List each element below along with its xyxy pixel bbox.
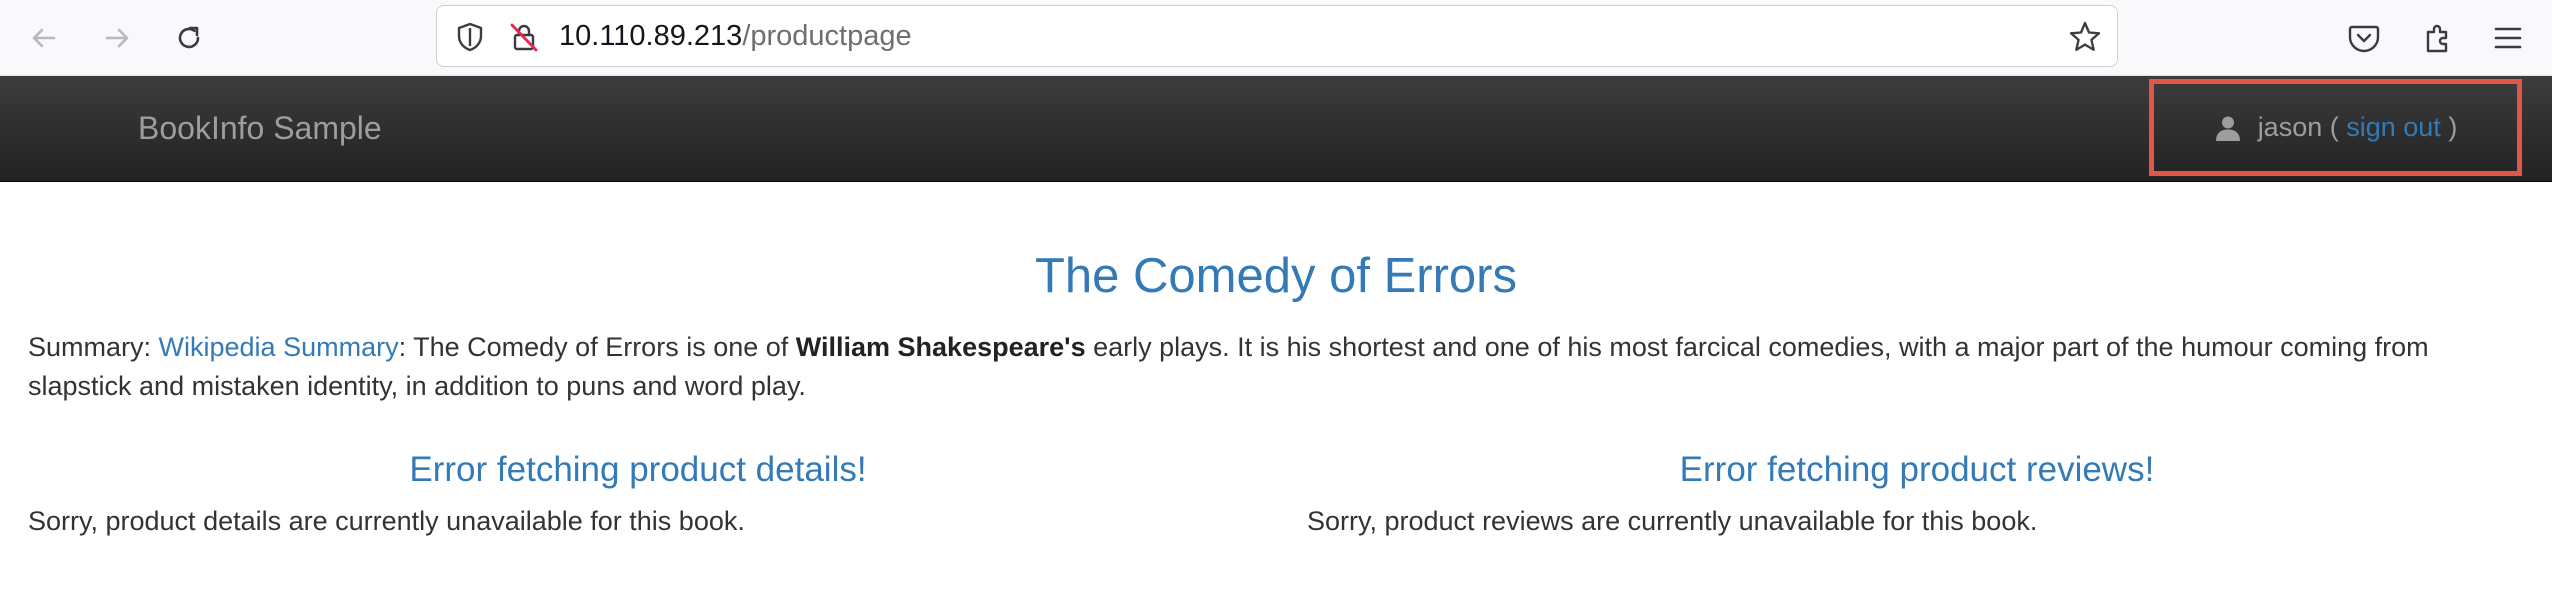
bookmark-star-icon[interactable] [2067, 19, 2103, 55]
reviews-error-message: Sorry, product reviews are currently una… [1307, 506, 2038, 536]
page-content: The Comedy of Errors Summary: Wikipedia … [0, 182, 2552, 602]
back-button[interactable] [22, 16, 66, 60]
site-navbar: BookInfo Sample jason ( sign out ) [0, 76, 2552, 182]
reviews-error-heading: Error fetching product reviews! [1679, 450, 2155, 489]
open-paren: ( [2322, 112, 2347, 142]
extensions-icon [2426, 24, 2448, 53]
shield-icon[interactable] [453, 20, 487, 54]
book-title: The Comedy of Errors [1035, 249, 1517, 303]
pocket-button[interactable] [2344, 18, 2384, 58]
user-icon [2215, 116, 2240, 141]
app-menu-button[interactable] [2488, 18, 2528, 58]
details-error-message: Sorry, product details are currently una… [28, 506, 745, 536]
reload-button[interactable] [167, 16, 211, 60]
pocket-icon [2348, 25, 2380, 53]
sign-out-link[interactable]: sign out [2346, 112, 2441, 143]
insecure-lock-icon[interactable] [507, 20, 541, 54]
summary-label: Summary: [28, 332, 159, 362]
product-details-section: Error fetching product details! Sorry, p… [28, 446, 1268, 537]
user-session-box: jason ( sign out ) [2149, 79, 2522, 176]
book-summary: Summary: Wikipedia Summary: The Comedy o… [28, 328, 2522, 406]
url-host: 10.110.89.213 [559, 20, 743, 52]
summary-text-1: : The Comedy of Errors is one of [398, 332, 796, 362]
brand-link[interactable]: BookInfo Sample [138, 76, 382, 181]
reload-icon [178, 26, 200, 49]
back-arrow-icon [32, 28, 56, 48]
address-bar[interactable]: 10.110.89.213/productpage [436, 5, 2118, 67]
details-error-heading: Error fetching product details! [409, 450, 867, 489]
close-paren: ) [2440, 112, 2458, 142]
summary-author: William Shakespeare's [795, 332, 1086, 362]
extensions-button[interactable] [2418, 18, 2458, 58]
url-text[interactable]: 10.110.89.213/productpage [559, 6, 912, 66]
wikipedia-summary-link[interactable]: Wikipedia Summary [159, 332, 399, 362]
browser-toolbar: 10.110.89.213/productpage [0, 0, 2552, 76]
username: jason [2257, 112, 2323, 142]
hamburger-menu-icon [2494, 27, 2522, 49]
forward-button[interactable] [95, 16, 139, 60]
product-reviews-section: Error fetching product reviews! Sorry, p… [1307, 446, 2547, 537]
url-path: /productpage [742, 20, 912, 52]
forward-arrow-icon [105, 28, 129, 48]
